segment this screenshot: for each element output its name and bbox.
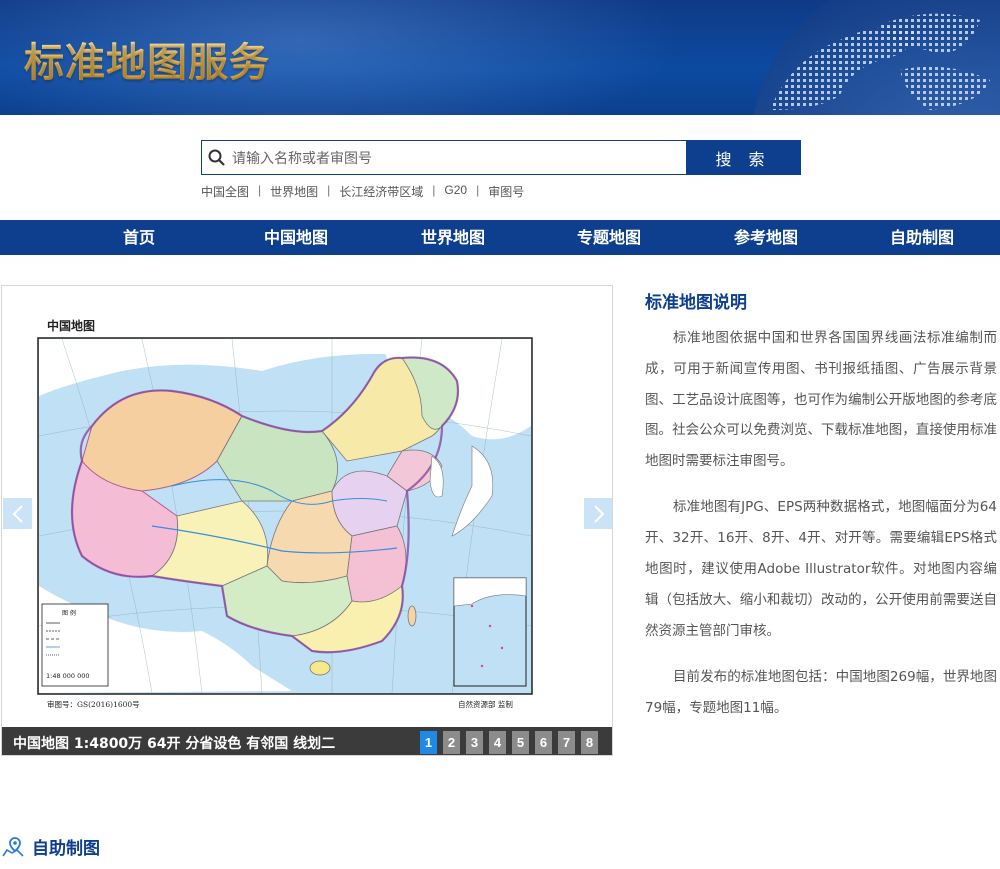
slide-caption-bar: 中国地图 1:4800万 64开 分省设色 有邻国 线划二 1 2 3 4 5 … (2, 727, 612, 755)
chevron-right-icon (593, 504, 604, 523)
quick-link-yangtze[interactable]: 长江经济带区域 (339, 183, 423, 200)
section-heading-self-mapping: 自助制图 (2, 834, 100, 859)
description-title: 标准地图说明 (645, 293, 747, 313)
quick-link-approval-no[interactable]: 审图号 (488, 183, 524, 200)
approval-number: 审图号：GS(2016)1600号 (47, 699, 140, 709)
nav-item-world-map[interactable]: 世界地图 (421, 220, 485, 255)
globe-graphic (753, 0, 1000, 115)
description-paragraph: 标准地图依据中国和世界各国国界线画法标准编制而成，可用于新闻宣传用图、书刊报纸插… (645, 330, 997, 470)
main-nav: 首页 中国地图 世界地图 专题地图 参考地图 自助制图 (0, 220, 1000, 255)
divider: | (432, 183, 436, 197)
slide-caption: 中国地图 1:4800万 64开 分省设色 有邻国 线划二 (13, 736, 336, 752)
chevron-left-icon (12, 504, 23, 523)
slide-pager: 1 2 3 4 5 6 7 8 (420, 731, 604, 754)
description-paragraph: 目前发布的标准地图包括：中国地图269幅，世界地图79幅，专题地图11幅。 (645, 668, 997, 716)
next-slide-button[interactable] (584, 498, 612, 529)
divider: | (476, 183, 480, 197)
site-title: 标准地图服务 (24, 30, 270, 88)
section-title: 自助制图 (32, 839, 100, 859)
search-icon (202, 141, 232, 174)
map-slider: 中国地图 图 例 1:48 000 000 审图号：GS(2016)1600号 … (1, 285, 613, 756)
pager-page[interactable]: 3 (466, 731, 483, 754)
pager-page[interactable]: 7 (558, 731, 575, 754)
pager-page[interactable]: 5 (512, 731, 529, 754)
map-scale: 1:48 000 000 (46, 672, 90, 680)
search-input[interactable] (232, 141, 686, 174)
quick-link-china[interactable]: 中国全图 (201, 183, 249, 200)
pager-page[interactable]: 4 (489, 731, 506, 754)
search-button[interactable]: 搜 索 (686, 141, 800, 174)
divider: | (258, 183, 262, 197)
quick-link-g20[interactable]: G20 (444, 183, 467, 200)
nav-item-home[interactable]: 首页 (123, 220, 155, 255)
nav-item-thematic-map[interactable]: 专题地图 (577, 220, 641, 255)
search-bar: 搜 索 (201, 140, 801, 175)
divider: | (327, 183, 331, 197)
description-panel: 标准地图说明 标准地图依据中国和世界各国国界线画法标准编制而成，可用于新闻宣传用… (645, 288, 997, 739)
map-pin-icon (2, 836, 24, 857)
legend-title: 图 例 (62, 609, 76, 617)
supervisor-credit: 自然资源部 监制 (458, 699, 513, 709)
pager-page[interactable]: 8 (581, 731, 598, 754)
quick-links: 中国全图 | 世界地图 | 长江经济带区域 | G20 | 审图号 (201, 183, 524, 200)
pager-page[interactable]: 6 (535, 731, 552, 754)
nav-item-china-map[interactable]: 中国地图 (264, 220, 328, 255)
pager-page[interactable]: 2 (443, 731, 460, 754)
nav-item-self-mapping[interactable]: 自助制图 (890, 220, 954, 255)
quick-link-world[interactable]: 世界地图 (270, 183, 318, 200)
pager-page[interactable]: 1 (420, 731, 437, 754)
nav-item-reference-map[interactable]: 参考地图 (734, 220, 798, 255)
site-banner: 标准地图服务 (0, 0, 1000, 115)
description-paragraph: 标准地图有JPG、EPS两种数据格式，地图幅面分为64开、32开、16开、8开、… (645, 499, 997, 639)
china-map-image[interactable]: 中国地图 图 例 1:48 000 000 审图号：GS(2016)1600号 … (2, 286, 613, 727)
map-title: 中国地图 (47, 318, 95, 333)
prev-slide-button[interactable] (3, 498, 32, 529)
